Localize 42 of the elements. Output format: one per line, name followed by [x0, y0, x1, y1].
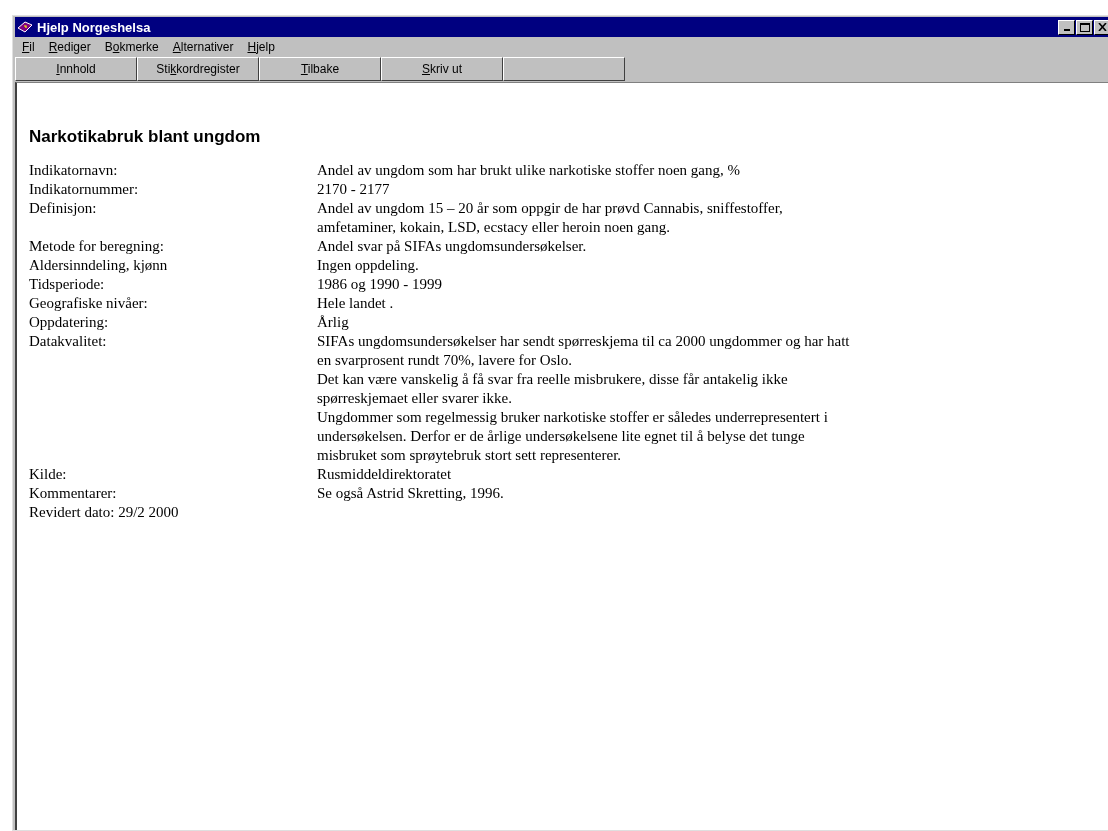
field-label: Aldersinndeling, kjønn: [29, 256, 169, 275]
window-title: Hjelp Norgeshelsa: [37, 19, 152, 35]
field-value: SIFAs ungdomsundersøkelser har sendt spørreskjema til ca 2000 ungdommer og har hatt en svarprosent rundt 70%, lavere for Oslo.: [317, 332, 851, 370]
close-button[interactable]: [1094, 19, 1108, 35]
field-label: Definisjon:: [29, 199, 98, 218]
toolbar-button[interactable]: Innhold: [15, 57, 137, 81]
close-icon: [1098, 23, 1107, 31]
field-value: 1986 og 1990 - 1999: [317, 275, 443, 294]
maximize-button[interactable]: [1076, 19, 1093, 35]
field-value: Ungdommer som regelmessig bruker narkotiske stoffer er således underrepresentert i undersøkelsen. Derfor er de årlige undersøkelsene lite egnet til å belyse det tunge misbruket som sprøytebruk stort sett representerer.: [317, 408, 829, 465]
field-label: Geografiske nivåer:: [29, 294, 149, 313]
toolbar-button[interactable]: Skriv ut: [381, 57, 503, 81]
field-label: Oppdatering:: [29, 313, 110, 332]
field-value: Hele landet .: [317, 294, 395, 313]
menu-item[interactable]: Bokmerke: [97, 39, 166, 54]
menu-item[interactable]: Alternativer: [165, 39, 241, 54]
field-value: Andel av ungdom som har brukt ulike narkotiske stoffer noen gang, %: [317, 161, 741, 180]
revised-date: Revidert dato: 29/2 2000: [29, 503, 180, 522]
field-label: Datakvalitet:: [29, 332, 108, 351]
field-value: Ingen oppdeling.: [317, 256, 420, 275]
field-value: Andel svar på SIFAs ungdomsundersøkelser.: [317, 237, 588, 256]
field-label: Tidsperiode:: [29, 275, 106, 294]
field-value: Andel av ungdom 15 – 20 år som oppgir de har prøvd Cannabis, sniffestoffer, amfetaminer, kokain, LSD, ecstacy eller heroin noen gang.: [317, 199, 784, 237]
field-label: Kilde:: [29, 465, 68, 484]
field-value: 2170 - 2177: [317, 180, 391, 199]
toolbar-button[interactable]: Stikkordregister: [137, 57, 259, 81]
toolbar-button[interactable]: Tilbake: [259, 57, 381, 81]
menu-item[interactable]: Rediger: [41, 39, 98, 54]
page-heading: Narkotikabruk blant ungdom: [29, 127, 262, 147]
field-value: Se også Astrid Skretting, 1996.: [317, 484, 505, 503]
field-label: Indikatornavn:: [29, 161, 119, 180]
field-label: Metode for beregning:: [29, 237, 165, 256]
menu-item[interactable]: Fil: [15, 39, 42, 54]
menu-item[interactable]: Hjelp: [240, 39, 282, 54]
minimize-button[interactable]: [1058, 19, 1075, 35]
field-value: Det kan være vanskelig å få svar fra reelle misbrukere, disse får antakelig ikke spørreskjemaet eller svarer ikke.: [317, 370, 789, 408]
field-label: Indikatornummer:: [29, 180, 140, 199]
book-icon: [17, 20, 33, 34]
field-value: Rusmiddeldirektoratet: [317, 465, 453, 484]
field-label: Kommentarer:: [29, 484, 118, 503]
maximize-icon: [1079, 22, 1090, 32]
field-value: Årlig: [317, 313, 350, 332]
